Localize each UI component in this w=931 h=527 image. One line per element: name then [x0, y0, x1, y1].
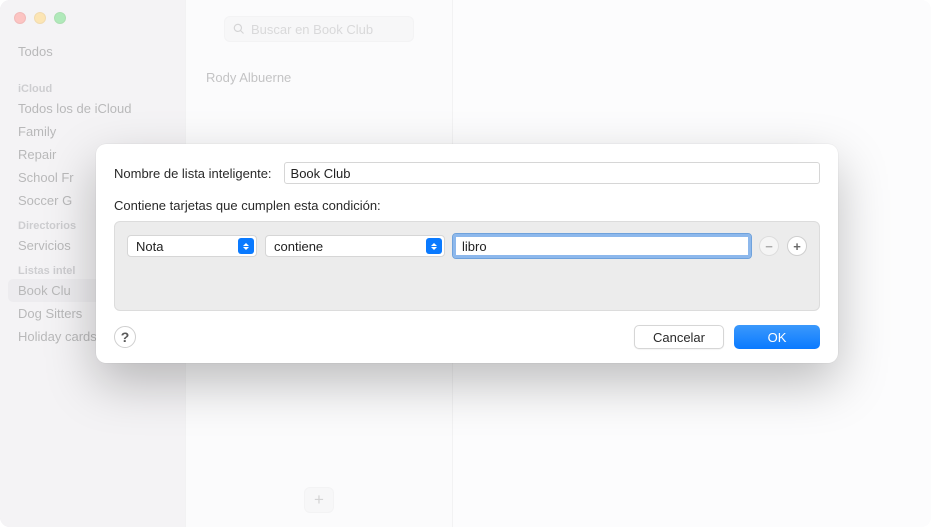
operator-popup[interactable]: contiene [265, 235, 445, 257]
contacts-window: Todos iCloud Todos los de iCloud Family … [0, 0, 931, 527]
popup-arrows-icon [238, 238, 254, 254]
smart-list-dialog: Nombre de lista inteligente: Contiene ta… [96, 144, 838, 363]
popup-arrows-icon [426, 238, 442, 254]
smart-list-name-input[interactable] [284, 162, 820, 184]
remove-condition-button[interactable]: − [759, 236, 779, 256]
field-popup[interactable]: Nota [127, 235, 257, 257]
field-popup-value: Nota [136, 239, 163, 254]
ok-button[interactable]: OK [734, 325, 820, 349]
help-button[interactable]: ? [114, 326, 136, 348]
name-label: Nombre de lista inteligente: [114, 166, 272, 181]
operator-popup-value: contiene [274, 239, 323, 254]
condition-value-input[interactable] [453, 234, 751, 258]
cancel-button[interactable]: Cancelar [634, 325, 724, 349]
condition-box: Nota contiene − + [114, 221, 820, 311]
add-condition-button[interactable]: + [787, 236, 807, 256]
condition-row: Nota contiene − + [127, 234, 807, 258]
condition-label: Contiene tarjetas que cumplen esta condi… [114, 198, 820, 213]
